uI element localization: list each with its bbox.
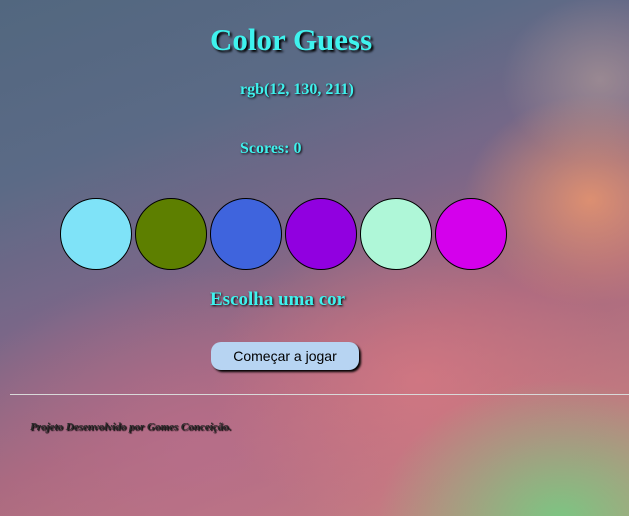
color-option-2[interactable]: [135, 198, 207, 270]
game-title: Color Guess: [210, 22, 373, 57]
color-option-3[interactable]: [210, 198, 282, 270]
color-option-4[interactable]: [285, 198, 357, 270]
scores-text: Scores: 0: [240, 140, 302, 157]
color-option-6[interactable]: [435, 198, 507, 270]
status-message: Escolha uma cor: [210, 289, 346, 310]
color-option-1[interactable]: [60, 198, 132, 270]
footer-divider: [10, 394, 629, 395]
color-options: [60, 198, 507, 270]
color-option-5[interactable]: [360, 198, 432, 270]
footer-credit: Projeto Desenvolvido por Gomes Conceição…: [30, 421, 232, 433]
start-game-button[interactable]: Começar a jogar: [211, 342, 359, 370]
target-rgb-text: rgb(12, 130, 211): [240, 81, 354, 98]
